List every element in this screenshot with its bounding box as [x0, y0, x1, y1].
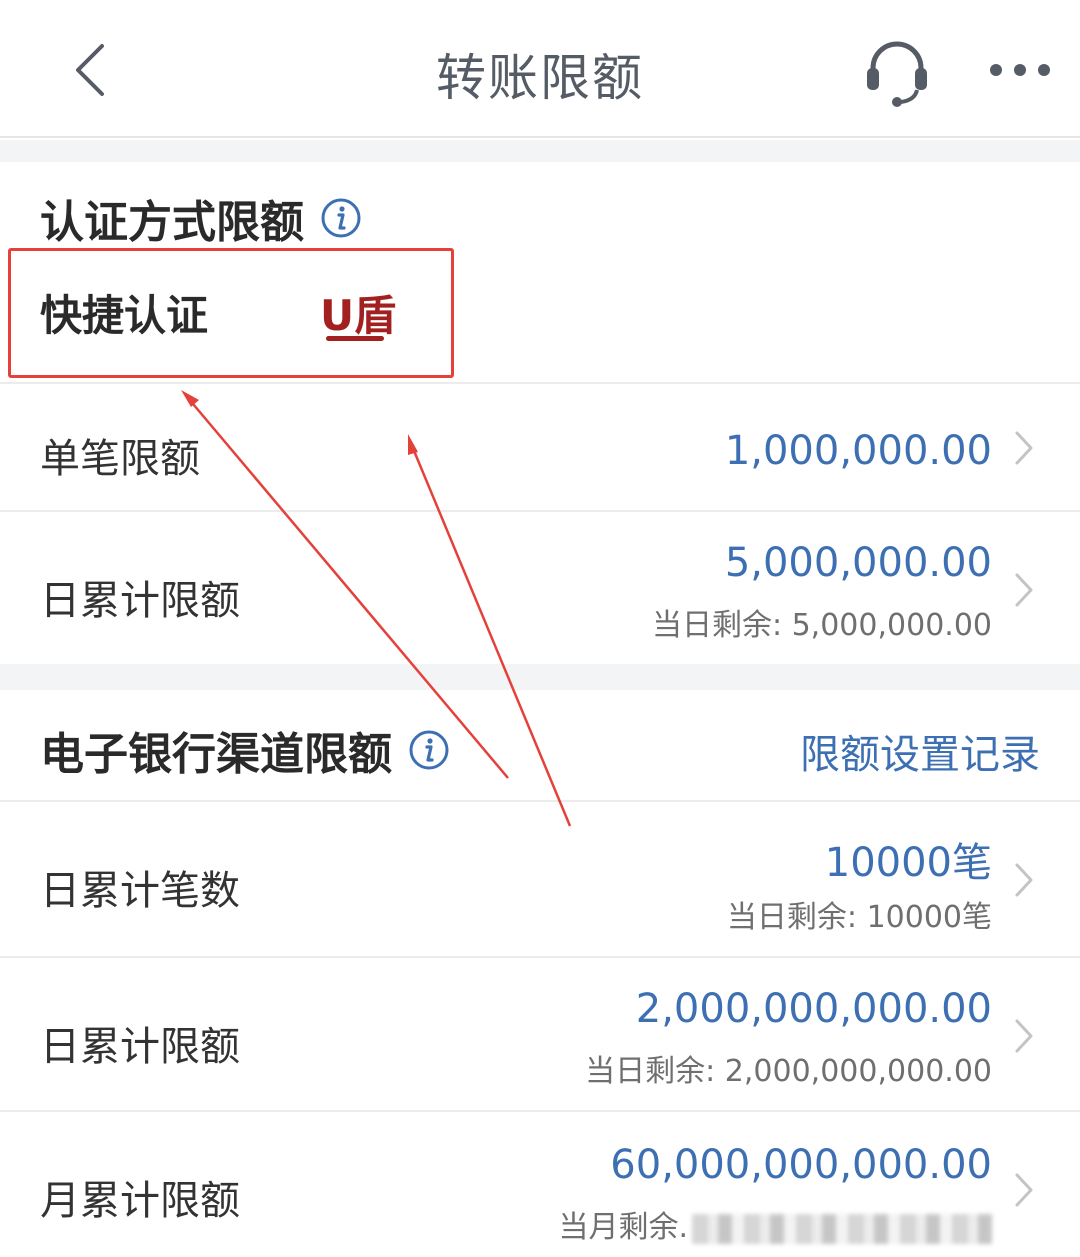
row-label: 日累计限额 — [40, 578, 240, 624]
chevron-right-icon — [1015, 1173, 1033, 1207]
chevron-right-icon — [1015, 573, 1033, 607]
list-item-daily-limit[interactable]: 日累计限额 5,000,000.00 当日剩余: 5,000,000.00 — [0, 510, 1080, 664]
row-value: 10000笔 — [824, 840, 992, 886]
channel-section-title: 电子银行渠道限额 — [40, 729, 392, 780]
list-item-single-limit[interactable]: 单笔限额 1,000,000.00 — [0, 382, 1080, 510]
row-value: 2,000,000,000.00 — [635, 986, 992, 1032]
top-navigation-bar: 转账限额 — [0, 0, 1080, 138]
selected-tab-indicator — [326, 336, 384, 341]
headset-icon — [867, 41, 927, 107]
row-remaining: 当月剩余. — [558, 1210, 688, 1245]
chevron-right-icon — [1015, 863, 1033, 897]
row-label: 月累计限额 — [40, 1178, 240, 1224]
auth-section-header: 认证方式限额 — [40, 186, 362, 250]
row-remaining-redacted: 当月剩余. — [558, 1202, 992, 1246]
redacted-value — [692, 1213, 992, 1244]
list-item-daily-count[interactable]: 日累计笔数 10000笔 当日剩余: 10000笔 — [0, 800, 1080, 956]
section-gap — [0, 140, 1080, 162]
chevron-right-icon — [1015, 1019, 1033, 1053]
info-icon[interactable] — [320, 197, 362, 239]
customer-service-button[interactable] — [855, 30, 939, 114]
row-value: 5,000,000.00 — [724, 540, 992, 586]
section-gap — [0, 664, 1080, 690]
auth-section-title: 认证方式限额 — [40, 197, 304, 248]
more-dots-icon — [990, 64, 1050, 76]
row-remaining: 当日剩余: 5,000,000.00 — [651, 608, 992, 643]
row-value: 1,000,000.00 — [724, 428, 992, 474]
auth-method-ushield-tab[interactable]: U盾 — [320, 282, 396, 343]
row-label: 日累计限额 — [40, 1024, 240, 1070]
channel-section-header: 电子银行渠道限额 — [40, 718, 450, 782]
more-options-button[interactable] — [978, 40, 1062, 100]
chevron-right-icon — [1015, 431, 1033, 465]
row-remaining: 当日剩余: 2,000,000,000.00 — [585, 1054, 992, 1089]
list-item-channel-daily-limit[interactable]: 日累计限额 2,000,000,000.00 当日剩余: 2,000,000,0… — [0, 956, 1080, 1110]
row-remaining: 当日剩余: 10000笔 — [726, 900, 992, 935]
limit-settings-records-link[interactable]: 限额设置记录 — [800, 722, 1040, 780]
auth-method-label: 快捷认证 — [40, 291, 209, 340]
info-icon[interactable] — [408, 729, 450, 771]
row-value: 60,000,000,000.00 — [610, 1142, 992, 1188]
list-item-monthly-limit[interactable]: 月累计限额 60,000,000,000.00 当月剩余. — [0, 1110, 1080, 1257]
row-label: 日累计笔数 — [40, 868, 240, 914]
row-label: 单笔限额 — [40, 436, 200, 482]
